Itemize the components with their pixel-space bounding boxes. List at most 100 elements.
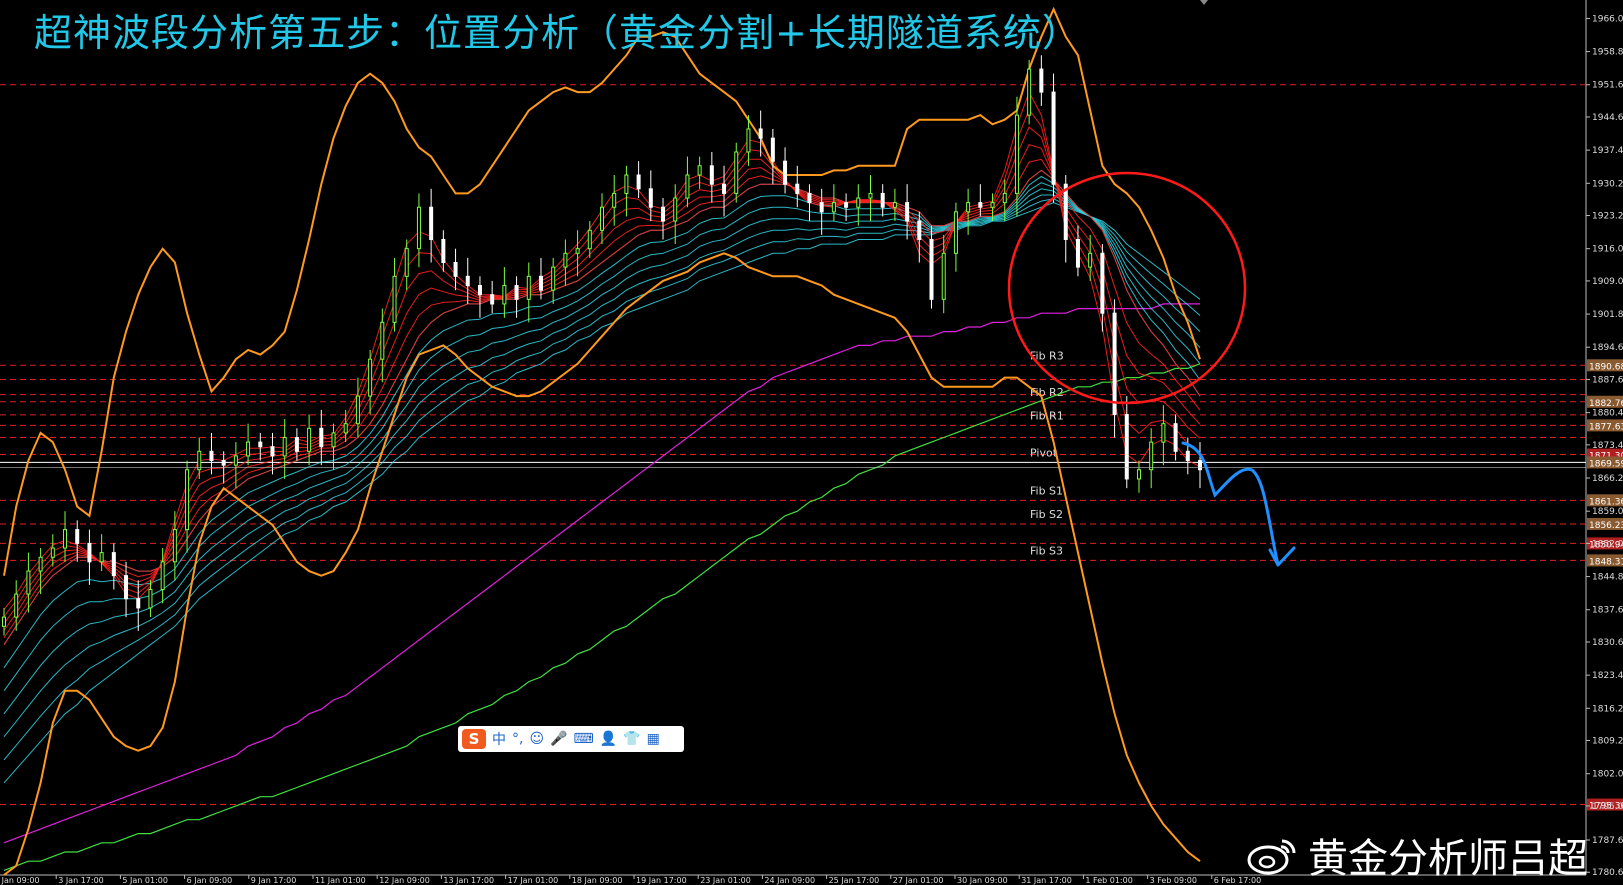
price-tag: 1882.76: [1589, 399, 1623, 409]
candle-body: [1149, 441, 1154, 471]
candle-body: [600, 206, 604, 231]
candle-body: [770, 137, 775, 162]
x-tick-label: 19 Jan 17:00: [636, 876, 687, 885]
ime-item-punctuation[interactable]: °,: [512, 731, 523, 747]
candle-body: [197, 450, 202, 471]
x-tick-label: 13 Jan 17:00: [443, 876, 494, 885]
candle-body: [2, 616, 6, 627]
candle-body: [246, 441, 251, 457]
candle-body: [38, 556, 43, 572]
candle-body: [1100, 252, 1105, 314]
candle-body: [380, 321, 385, 360]
candle-body: [722, 183, 727, 194]
x-tick-label: 5 Jan 01:00: [122, 876, 168, 885]
candle-body: [1124, 413, 1129, 480]
user-icon[interactable]: 👤: [600, 731, 617, 747]
x-tick-label: 23 Jan 01:00: [700, 876, 751, 885]
y-tick-label: 1916.00: [1592, 245, 1623, 255]
chart-background: [0, 0, 1623, 885]
y-tick-label: 1901.80: [1592, 310, 1623, 320]
x-tick-label: 2 Jan 09:00: [0, 876, 40, 885]
candle-body: [99, 552, 104, 563]
candle-body: [709, 165, 714, 185]
x-tick-label: 11 Jan 01:00: [315, 876, 366, 885]
y-tick-label: 1966.00: [1592, 14, 1623, 24]
y-tick-label: 1837.60: [1592, 606, 1623, 616]
candle-body: [416, 206, 421, 250]
y-tick-label: 1802.00: [1592, 770, 1623, 780]
candle-body: [685, 174, 690, 199]
y-tick-label: 1887.60: [1592, 375, 1623, 385]
candle-body: [160, 561, 165, 590]
candle-body: [331, 432, 336, 448]
candle-body: [526, 275, 531, 300]
y-tick-label: 1852.00: [1592, 539, 1623, 549]
candle-body: [502, 285, 507, 305]
ime-item-chinese[interactable]: 中: [492, 729, 506, 749]
candle-body: [1027, 68, 1032, 116]
candle-body: [587, 229, 592, 250]
candle-body: [819, 202, 824, 213]
candle-body: [490, 294, 495, 305]
y-tick-label: 1958.80: [1592, 48, 1623, 58]
candle-body: [636, 174, 641, 190]
ime-toolbar[interactable]: S 中 °, ☺ 🎤 ⌨ 👤 👕 ▦: [458, 726, 684, 752]
fib-level-label: Pivot: [1030, 446, 1058, 459]
candle-body: [892, 202, 897, 208]
candle-body: [783, 160, 788, 185]
candle-body: [111, 552, 116, 577]
candle-body: [648, 188, 653, 208]
candle-body: [905, 202, 910, 222]
candle-body: [63, 529, 68, 549]
candle-body: [343, 423, 348, 434]
candle-body: [929, 238, 934, 300]
x-tick-label: 31 Jan 17:00: [1021, 876, 1072, 885]
toolbox-icon[interactable]: ▦: [647, 731, 660, 747]
watermark-text: 黄金分析师吕超: [1308, 836, 1588, 882]
candle-body: [697, 165, 702, 176]
fib-level-label: Fib S2: [1030, 508, 1063, 521]
sogou-logo-icon[interactable]: S: [462, 729, 486, 749]
weibo-watermark: 黄金分析师吕超: [1246, 826, 1588, 884]
y-tick-label: 1795.00: [1592, 802, 1623, 812]
price-chart[interactable]: 1871.301850.941795.30Fib R31890.68Fib R2…: [0, 0, 1623, 885]
x-tick-label: 3 Feb 09:00: [1150, 876, 1197, 885]
candle-body: [1075, 238, 1080, 268]
candle-body: [917, 220, 922, 240]
candle-body: [758, 128, 763, 139]
candle-body: [1002, 192, 1007, 204]
keyboard-icon[interactable]: ⌨: [574, 731, 594, 747]
skin-icon[interactable]: 👕: [623, 731, 640, 747]
y-tick-label: 1780.60: [1592, 868, 1623, 878]
candle-body: [14, 593, 19, 618]
candle-body: [124, 575, 129, 600]
candle-body: [844, 202, 849, 208]
x-tick-label: 24 Jan 09:00: [764, 876, 815, 885]
x-tick-label: 3 Jan 17:00: [58, 876, 104, 885]
candle-body: [1088, 252, 1093, 268]
y-tick-label: 1873.40: [1592, 441, 1623, 451]
x-tick-label: 17 Jan 01:00: [508, 876, 559, 885]
candle-body: [978, 202, 983, 208]
candle-body: [1051, 91, 1056, 185]
candle-body: [270, 446, 275, 457]
candle-body: [1063, 183, 1068, 240]
emoji-icon[interactable]: ☺: [529, 731, 544, 747]
candle-body: [355, 395, 360, 425]
candle-body: [441, 238, 446, 263]
candle-body: [282, 437, 287, 457]
candle-body: [26, 570, 31, 595]
price-tag: 1856.23: [1589, 521, 1623, 531]
x-tick-label: 18 Jan 09:00: [572, 876, 623, 885]
candle-body: [87, 542, 92, 563]
price-tag: 1890.68: [1589, 362, 1623, 372]
microphone-icon[interactable]: 🎤: [550, 731, 567, 747]
candle-body: [209, 450, 214, 462]
candle-body: [1112, 312, 1117, 415]
candle-body: [807, 192, 812, 204]
candle-body: [612, 192, 617, 208]
candle-body: [172, 529, 177, 563]
weibo-logo-icon: [1247, 839, 1296, 875]
candle-body: [221, 460, 226, 466]
candle-body: [538, 275, 543, 291]
